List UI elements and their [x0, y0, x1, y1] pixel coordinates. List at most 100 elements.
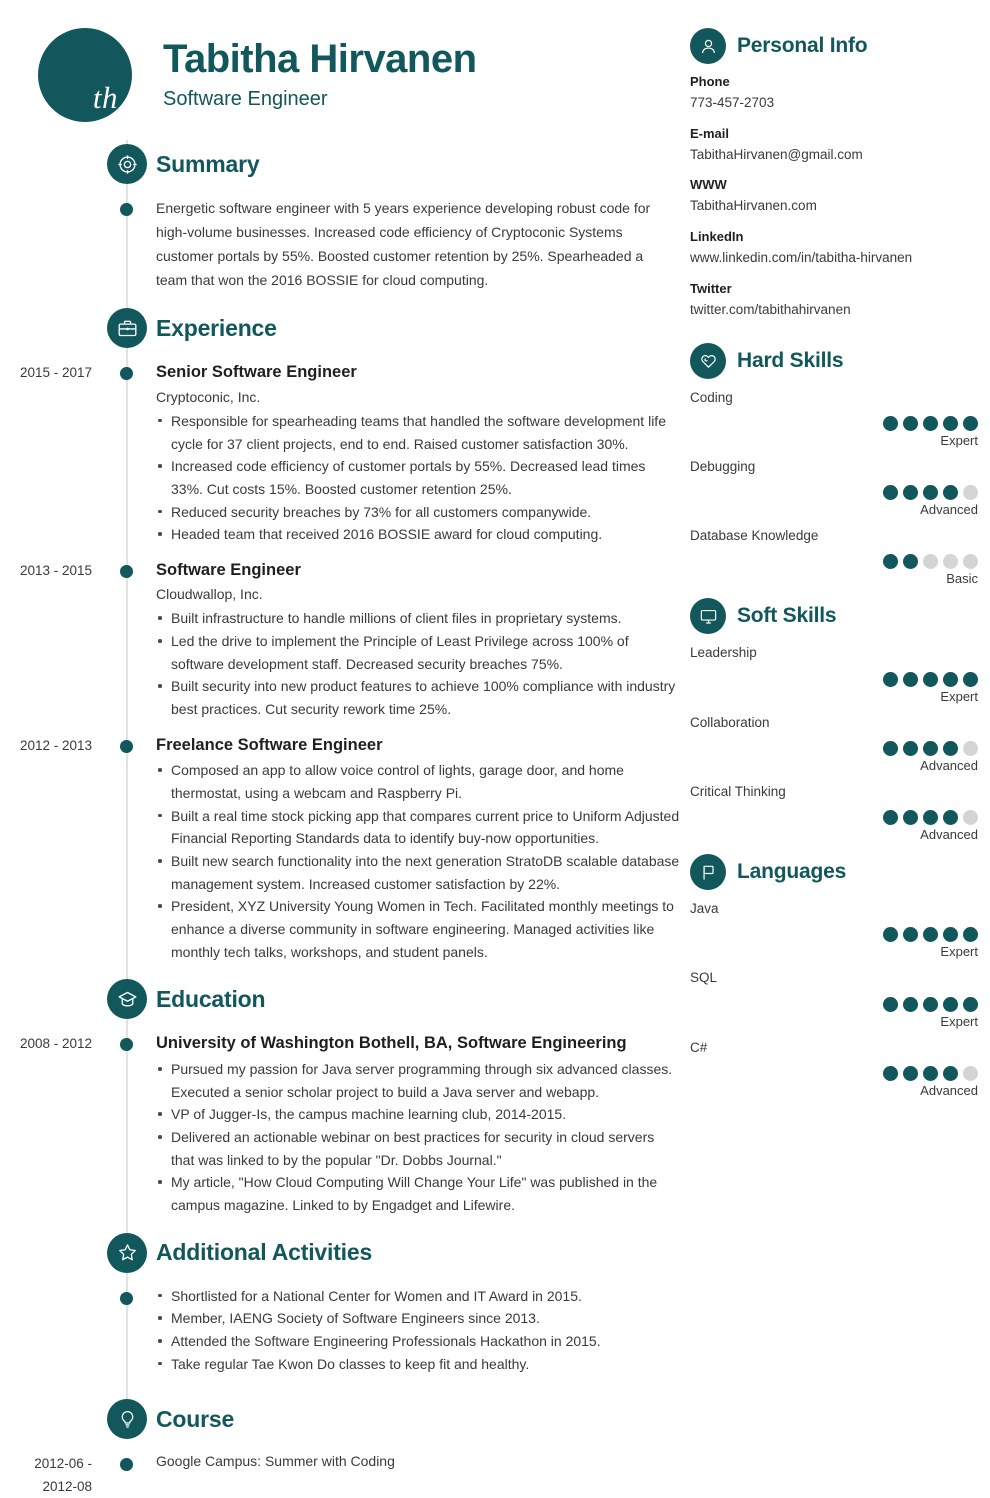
section-title-education: Education	[156, 985, 266, 1012]
skill-name: SQL	[690, 970, 718, 986]
section-header-summary: Summary	[0, 144, 690, 184]
contact-label: Phone	[690, 74, 730, 89]
skill-debugging: Debugging Advanced	[690, 457, 980, 517]
timeline-dot	[120, 739, 133, 753]
skill-name: C#	[690, 1039, 708, 1055]
list-item: Member, IAENG Society of Software Engine…	[156, 1307, 680, 1330]
skill-level: Expert	[940, 432, 978, 448]
target-icon	[107, 144, 147, 184]
entry-date: 2012 - 2013	[19, 737, 92, 753]
contact-value[interactable]: www.linkedin.com/in/tabitha-hirvanen	[690, 248, 980, 269]
entry-bullets: Shortlisted for a National Center for Wo…	[156, 1285, 680, 1376]
rating-dot	[943, 996, 958, 1012]
person-icon	[690, 28, 726, 64]
contact-label: LinkedIn	[690, 229, 744, 245]
list-item: Led the drive to implement the Principle…	[156, 630, 680, 675]
skill-level: Advanced	[920, 1082, 978, 1098]
contact-value[interactable]: TabithaHirvanen.com	[690, 196, 980, 217]
contact-twitter: Twitter twitter.com/tabithahirvanen	[690, 279, 980, 321]
rating-dot	[903, 996, 918, 1012]
graduation-cap-icon	[107, 979, 147, 1020]
list-item: Built new search functionality into the …	[156, 850, 680, 895]
activities-entry: Shortlisted for a National Center for Wo…	[0, 1285, 690, 1376]
experience-entry: 2013 - 2015 Software Engineer Cloudwallo…	[0, 558, 690, 721]
rating-dot	[903, 485, 918, 501]
course-entry: 2012-06 - 2012-08 Google Campus: Summer …	[0, 1451, 690, 1498]
contact-phone: Phone 773-457-2703	[690, 72, 980, 114]
entry-date: 2008 - 2012	[19, 1036, 92, 1052]
list-item: Headed team that received 2016 BOSSIE aw…	[156, 523, 680, 546]
rating-dot	[943, 415, 958, 431]
resume-header: th Tabitha Hirvanen Software Engineer	[0, 0, 690, 140]
rating-dots	[690, 485, 980, 501]
list-item: Built a real time stock picking app that…	[156, 805, 680, 850]
skill-level: Expert	[940, 944, 978, 960]
avatar: th	[38, 28, 132, 122]
list-item: Attended the Software Engineering Profes…	[156, 1330, 680, 1353]
list-item: Shortlisted for a National Center for Wo…	[156, 1285, 680, 1308]
rating-dot	[883, 671, 898, 687]
skill-name: Debugging	[690, 458, 756, 474]
skill-level: Advanced	[920, 827, 978, 843]
section-title-soft-skills: Soft Skills	[737, 604, 837, 628]
briefcase-icon	[107, 308, 147, 349]
rating-dot	[943, 485, 958, 501]
contact-www: WWW TabithaHirvanen.com	[690, 175, 980, 217]
rating-dot	[943, 671, 958, 687]
entry-body: Senior Software Engineer Cryptoconic, In…	[106, 360, 690, 546]
entry-date	[0, 1285, 106, 1376]
entry-title: Software Engineer	[156, 560, 301, 579]
rating-dot	[963, 554, 978, 570]
list-item: Built infrastructure to handle millions …	[156, 607, 680, 630]
rating-dot	[943, 810, 958, 826]
section-title-hard-skills: Hard Skills	[737, 348, 844, 372]
timeline-dot	[120, 203, 133, 216]
rating-dot	[963, 485, 978, 501]
education-entry: 2008 - 2012 University of Washington Bot…	[0, 1031, 690, 1216]
rating-dot	[883, 810, 898, 826]
rating-dot	[903, 927, 918, 943]
puzzle-heart-icon	[690, 342, 726, 379]
rating-dots	[690, 1065, 980, 1081]
rating-dot	[883, 554, 898, 570]
experience-entry: 2012 - 2013 Freelance Software Engineer …	[0, 733, 690, 964]
entry-title: University of Washington Bothell, BA, So…	[156, 1034, 627, 1053]
skill-name: Leadership	[690, 645, 757, 661]
rating-dot	[883, 740, 898, 756]
rating-dots	[690, 740, 980, 756]
rating-dot	[943, 554, 958, 570]
skill-leadership: Leadership Expert	[690, 643, 980, 704]
section-header-education: Education	[0, 979, 690, 1020]
entry-date: 2013 - 2015	[19, 562, 92, 578]
name-block: Tabitha Hirvanen Software Engineer	[132, 28, 477, 111]
rating-dot	[883, 996, 898, 1012]
rating-dot	[943, 927, 958, 943]
rating-dot	[963, 671, 978, 687]
flag-icon	[690, 854, 726, 891]
contact-value[interactable]: twitter.com/tabithahirvanen	[690, 300, 980, 321]
section-header-course: Course	[0, 1399, 690, 1440]
section-header-hard-skills: Hard Skills	[690, 342, 980, 379]
list-item: Reduced security breaches by 73% for all…	[156, 501, 680, 524]
left-column: th Tabitha Hirvanen Software Engineer Su…	[0, 0, 690, 1494]
list-item: My article, "How Cloud Computing Will Ch…	[156, 1171, 680, 1216]
rating-dot	[963, 810, 978, 826]
skill-name: Coding	[690, 389, 733, 405]
rating-dot	[883, 415, 898, 431]
rating-dot	[963, 996, 978, 1012]
section-title-course: Course	[156, 1405, 235, 1432]
rating-dot	[923, 1065, 938, 1081]
contact-label: WWW	[690, 177, 727, 193]
contact-value[interactable]: TabithaHirvanen@gmail.com	[690, 145, 980, 166]
skill-critical-thinking: Critical Thinking Advanced	[690, 782, 980, 842]
skill-level: Basic	[946, 571, 978, 587]
rating-dot	[903, 810, 918, 826]
rating-dot	[903, 740, 918, 756]
rating-dot	[923, 415, 938, 431]
entry-date: 2015 - 2017	[19, 365, 92, 381]
contact-label: E-mail	[690, 125, 730, 141]
skill-level: Expert	[940, 1013, 978, 1029]
rating-dots	[690, 671, 980, 687]
skill-level: Advanced	[920, 757, 978, 773]
contact-value[interactable]: 773-457-2703	[690, 93, 980, 114]
